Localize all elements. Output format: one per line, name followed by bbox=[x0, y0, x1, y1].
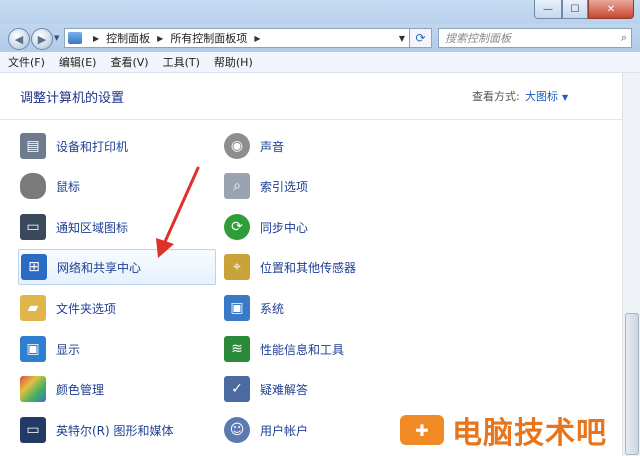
menu-help[interactable]: 帮助(H) bbox=[208, 54, 259, 70]
item-label: 通知区域图标 bbox=[56, 220, 129, 235]
performance-icon: ≋ bbox=[224, 336, 250, 362]
item-troubleshooting[interactable]: ✓ 疑难解答 bbox=[224, 371, 420, 407]
watermark: ✚ 电脑技术吧 bbox=[400, 408, 607, 452]
item-color-management[interactable]: 颜色管理 bbox=[20, 371, 216, 407]
chevron-right-icon[interactable]: ▶ bbox=[157, 34, 163, 43]
computer-icon: ▣ bbox=[224, 295, 250, 321]
chevron-down-icon: ▼ bbox=[562, 93, 569, 102]
forward-button[interactable]: ▶ bbox=[31, 28, 53, 50]
close-button[interactable]: ✕ bbox=[588, 0, 634, 19]
page-title: 调整计算机的设置 bbox=[20, 91, 125, 106]
item-label: 位置和其他传感器 bbox=[260, 260, 357, 275]
breadcrumb-control-panel[interactable]: 控制面板 bbox=[106, 30, 150, 46]
window-controls: — ☐ ✕ bbox=[534, 0, 634, 19]
item-label: 网络和共享中心 bbox=[57, 260, 142, 275]
users-icon: ☺ bbox=[224, 417, 250, 443]
item-label: 疑难解答 bbox=[260, 382, 309, 397]
item-sound[interactable]: ◉ 声音 bbox=[224, 128, 420, 164]
item-user-accounts[interactable]: ☺ 用户帐户 bbox=[224, 412, 420, 448]
intel-graphics-icon: ▭ bbox=[20, 417, 46, 443]
content-header: 调整计算机的设置 查看方式: 大图标 ▼ bbox=[0, 73, 640, 120]
location-icon: ⌖ bbox=[224, 254, 250, 280]
item-label: 声音 bbox=[260, 139, 285, 154]
item-label: 设备和打印机 bbox=[56, 139, 129, 154]
item-system[interactable]: ▣ 系统 bbox=[224, 290, 420, 326]
chevron-right-icon[interactable]: ▶ bbox=[93, 34, 99, 43]
sync-icon: ⟳ bbox=[224, 214, 250, 240]
forward-arrow-icon: ▶ bbox=[37, 32, 47, 46]
menu-bar: 文件(F) 编辑(E) 查看(V) 工具(T) 帮助(H) bbox=[0, 52, 640, 73]
vertical-scrollbar[interactable] bbox=[622, 73, 640, 456]
item-folder-options[interactable]: ▰ 文件夹选项 bbox=[20, 290, 216, 326]
item-label: 鼠标 bbox=[56, 179, 81, 194]
back-arrow-icon: ◀ bbox=[14, 32, 24, 46]
search-placeholder: 搜索控制面板 bbox=[445, 32, 511, 45]
back-button[interactable]: ◀ bbox=[8, 28, 30, 50]
refresh-button[interactable]: ⟳ bbox=[410, 28, 432, 48]
item-label: 同步中心 bbox=[260, 220, 309, 235]
control-panel-items: ▤ 设备和打印机 ◉ 声音 鼠标 ⌕ 索引选项 ▭ 通知区域图标 ⟳ 同步中心 … bbox=[0, 120, 620, 456]
view-by-label: 查看方式: bbox=[472, 90, 520, 103]
monitor-icon: ▣ bbox=[20, 336, 46, 362]
item-location-sensors[interactable]: ⌖ 位置和其他传感器 bbox=[224, 249, 420, 285]
watermark-logo-icon: ✚ bbox=[400, 415, 444, 445]
color-management-icon bbox=[20, 376, 46, 402]
recent-pages-dropdown[interactable]: ▼ bbox=[54, 34, 59, 42]
menu-tools[interactable]: 工具(T) bbox=[157, 54, 206, 70]
breadcrumb-all-items[interactable]: 所有控制面板项 bbox=[170, 30, 247, 46]
search-icon[interactable]: ⌕ bbox=[621, 31, 627, 45]
menu-file[interactable]: 文件(F) bbox=[2, 54, 51, 70]
item-label: 索引选项 bbox=[260, 179, 309, 194]
item-devices-printers[interactable]: ▤ 设备和打印机 bbox=[20, 128, 216, 164]
mouse-icon bbox=[20, 173, 46, 199]
control-panel-icon bbox=[68, 32, 82, 44]
network-icon: ⊞ bbox=[21, 254, 47, 280]
view-by-dropdown[interactable]: 大图标 ▼ bbox=[525, 88, 568, 104]
item-intel-graphics[interactable]: ▭ 英特尔(R) 图形和媒体 bbox=[20, 412, 216, 448]
minimize-button[interactable]: — bbox=[534, 0, 562, 19]
item-sync-center[interactable]: ⟳ 同步中心 bbox=[224, 209, 420, 245]
item-label: 英特尔(R) 图形和媒体 bbox=[56, 423, 174, 438]
refresh-icon: ⟳ bbox=[415, 31, 426, 45]
speaker-icon: ◉ bbox=[224, 133, 250, 159]
item-performance-tools[interactable]: ≋ 性能信息和工具 bbox=[224, 331, 420, 367]
maximize-button[interactable]: ☐ bbox=[562, 0, 588, 19]
item-label: 系统 bbox=[260, 301, 285, 316]
item-label: 用户帐户 bbox=[260, 423, 309, 438]
navigation-bar: ◀ ▶ ▼ ▶ 控制面板 ▶ 所有控制面板项 ▶ ▼ ⟳ 搜索控制面板 ⌕ bbox=[0, 24, 640, 52]
item-label: 性能信息和工具 bbox=[260, 342, 345, 357]
address-dropdown-icon[interactable]: ▼ bbox=[399, 34, 405, 43]
scrollbar-thumb[interactable] bbox=[625, 313, 639, 455]
magnifier-icon: ⌕ bbox=[224, 173, 250, 199]
view-by-value: 大图标 bbox=[525, 90, 558, 103]
watermark-text: 电脑技术吧 bbox=[452, 416, 607, 451]
item-display[interactable]: ▣ 显示 bbox=[20, 331, 216, 367]
menu-view[interactable]: 查看(V) bbox=[104, 54, 154, 70]
address-bar[interactable]: ▶ 控制面板 ▶ 所有控制面板项 ▶ ▼ bbox=[64, 28, 410, 48]
folder-icon: ▰ bbox=[20, 295, 46, 321]
item-label: 文件夹选项 bbox=[56, 301, 117, 316]
taskbar-icon: ▭ bbox=[20, 214, 46, 240]
item-label: 颜色管理 bbox=[56, 382, 105, 397]
annotation-arrow bbox=[156, 166, 200, 258]
item-indexing-options[interactable]: ⌕ 索引选项 bbox=[224, 168, 420, 204]
title-bar: — ☐ ✕ bbox=[0, 0, 640, 24]
chevron-right-icon[interactable]: ▶ bbox=[254, 34, 260, 43]
troubleshoot-icon: ✓ bbox=[224, 376, 250, 402]
printer-icon: ▤ bbox=[20, 133, 46, 159]
menu-edit[interactable]: 编辑(E) bbox=[53, 54, 103, 70]
item-label: 显示 bbox=[56, 342, 81, 357]
search-input[interactable]: 搜索控制面板 ⌕ bbox=[438, 28, 632, 48]
